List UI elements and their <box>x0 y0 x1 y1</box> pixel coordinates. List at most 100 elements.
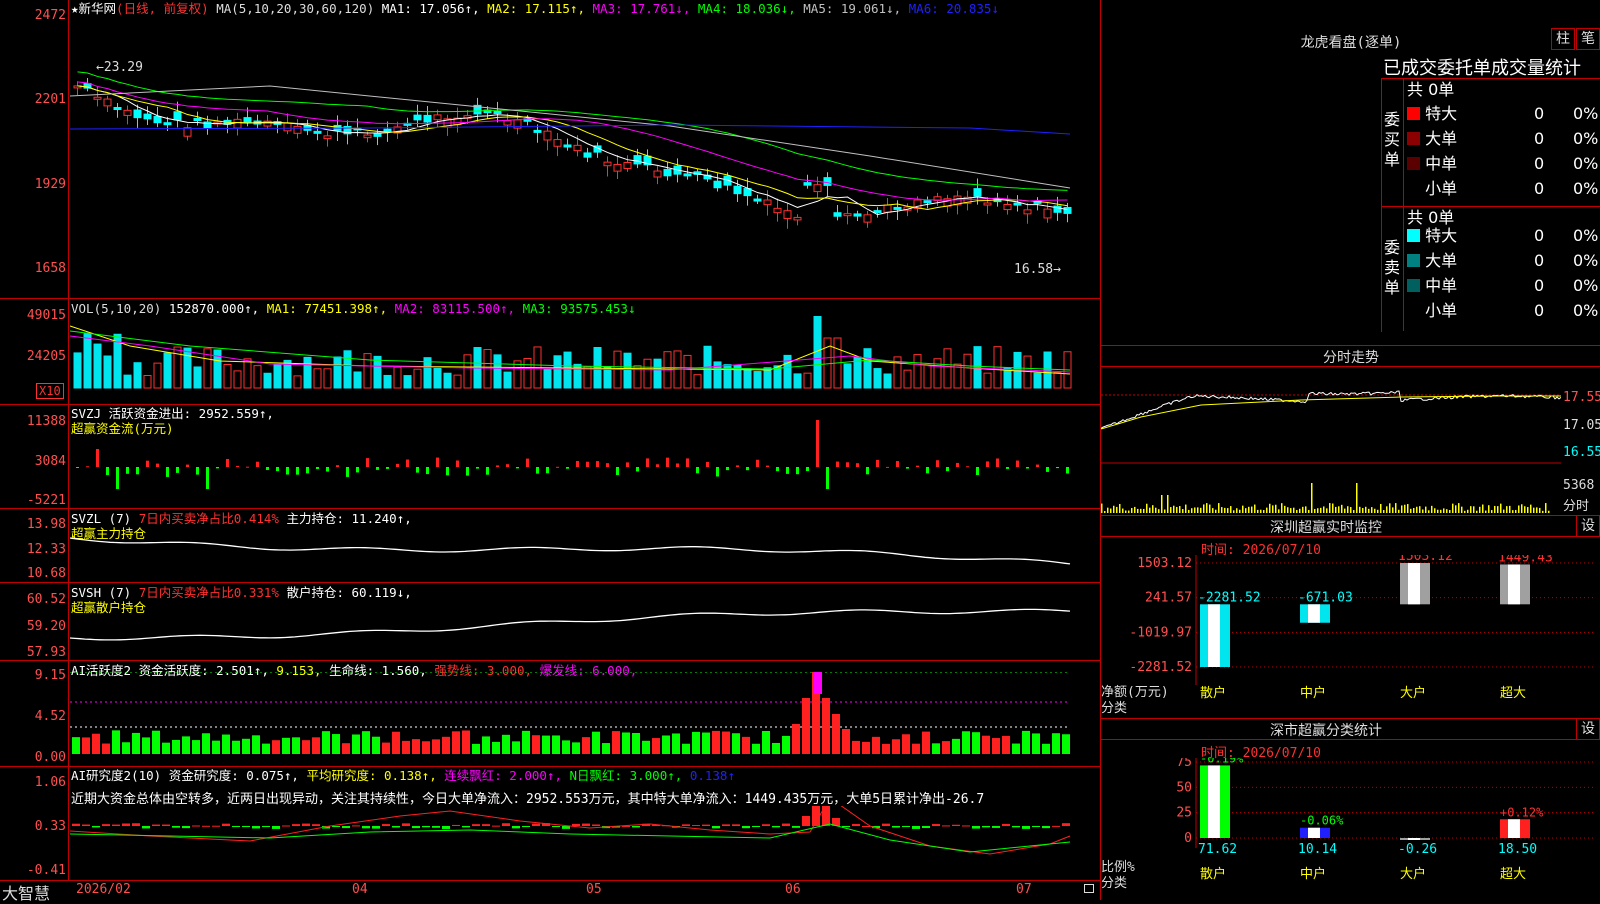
flow-bar <box>616 467 619 476</box>
intraday-volume-bar <box>1539 507 1541 513</box>
monitor-settings-button[interactable]: 设 <box>1576 515 1600 537</box>
research-bar <box>762 824 770 826</box>
ai2-y-tick: 1.06 <box>34 775 66 790</box>
flow-bar <box>366 458 369 467</box>
bar-value-label: -671.03 <box>1298 590 1353 605</box>
candle-body <box>383 128 392 132</box>
tick-mode-button[interactable]: 笔 <box>1576 28 1600 50</box>
intraday-chart[interactable] <box>1101 367 1561 515</box>
flow-bar <box>1016 460 1019 467</box>
candle-body <box>143 113 152 120</box>
intraday-volume-bar <box>1302 506 1304 513</box>
candle-body <box>583 152 592 158</box>
intraday-volume-bar <box>1443 508 1445 513</box>
ai2-avg: 平均研究度: 0.138↑, <box>306 768 437 783</box>
svzl-y-tick: 10.68 <box>26 566 66 581</box>
flow-bar <box>306 467 309 474</box>
research-bar <box>682 824 690 826</box>
volume-bar <box>133 362 142 389</box>
volume-bar <box>793 373 802 389</box>
fenshi-panel[interactable]: 分时走势 17.55 17.05 16.55 5368 分时 <box>1101 345 1600 515</box>
flow-bar <box>586 461 589 467</box>
volume-bar <box>293 375 302 389</box>
ma4-line <box>77 71 1068 191</box>
intraday-volume-bar <box>1113 505 1115 513</box>
svsh-chart[interactable] <box>70 598 1098 658</box>
star-icon[interactable]: ★ <box>71 1 79 16</box>
bar-value-label: 10.14 <box>1298 842 1337 857</box>
research-bar <box>532 823 540 826</box>
intraday-volume-bar <box>1401 505 1403 513</box>
ai-research-chart[interactable] <box>70 806 1098 878</box>
monitor-bar-chart[interactable]: 1503.12 241.57 -1019.97 -2281.52 -2281.52 散户 -… <box>1101 555 1600 715</box>
order-count: 0 <box>1534 251 1545 270</box>
activity-bar <box>792 724 800 754</box>
bar-highlight <box>1408 563 1420 605</box>
intraday-volume-bar <box>1305 506 1307 513</box>
flow-bar <box>1056 467 1059 469</box>
y-axis-divider <box>68 0 69 880</box>
candle-body <box>413 114 422 121</box>
candle-body <box>623 162 632 169</box>
classify-settings-button[interactable]: 设 <box>1576 718 1600 740</box>
intraday-volume-bar <box>1386 506 1388 513</box>
candle-body <box>173 111 182 121</box>
flow-bar <box>796 467 799 475</box>
candle-body <box>1063 206 1072 214</box>
flow-bar <box>596 461 599 467</box>
classify-bar-chart[interactable]: 75 50 25 0 71.62 散户 -0.19% 10.14 中户 -0.06% -0.26 大户… <box>1101 758 1600 900</box>
activity-bar <box>1002 735 1010 754</box>
order-size-label: 小单 <box>1425 301 1458 320</box>
research-bar <box>922 826 930 828</box>
activity-bar <box>82 737 90 754</box>
flow-bar <box>226 458 229 467</box>
chart-panel[interactable]: ★新华网(日线, 前复权) MA(5,10,20,30,60,120) MA1:… <box>0 0 1100 881</box>
intraday-volume-bar <box>1365 506 1367 513</box>
low-marker: 16.58→ <box>1014 262 1061 277</box>
lock-icon[interactable] <box>1084 884 1094 893</box>
volume-bar <box>553 355 562 389</box>
candle-body <box>193 118 202 122</box>
bar-highlight <box>1208 604 1220 667</box>
ai1-y-tick: 4.52 <box>34 709 66 724</box>
candlestick-chart[interactable] <box>70 16 1098 296</box>
flow-bar <box>946 467 949 472</box>
volume-bar <box>253 365 262 389</box>
volume-chart[interactable] <box>70 316 1098 402</box>
ai1-y-tick: 9.15 <box>34 668 66 683</box>
flow-bar <box>126 467 129 474</box>
intraday-volume-bar <box>1215 509 1217 513</box>
research-bar <box>192 825 200 827</box>
research-bar <box>212 825 220 827</box>
research-bar <box>962 825 970 827</box>
candle-body <box>123 109 132 116</box>
flow-bar <box>536 467 539 474</box>
ai-activity-chart[interactable] <box>70 672 1098 764</box>
activity-bar <box>622 732 630 754</box>
activity-bar <box>712 730 720 754</box>
intraday-volume-bar <box>1317 508 1319 513</box>
volume-bar <box>593 347 602 389</box>
x-tick: 06 <box>785 882 801 897</box>
intraday-volume-bar <box>1308 509 1310 513</box>
bar-category-label: 大户 <box>1400 866 1426 882</box>
candle-body <box>733 185 742 195</box>
volume-bar <box>193 366 202 389</box>
flow-bar <box>746 467 749 471</box>
research-bar <box>1062 823 1070 826</box>
intraday-volume-bar <box>1518 505 1520 513</box>
bar-y-tick: 241.57 <box>1145 591 1192 606</box>
bar-mode-button[interactable]: 柱 <box>1551 28 1575 50</box>
intraday-volume-bar <box>1488 505 1490 513</box>
order-count: 0 <box>1534 226 1545 245</box>
volume-bar <box>83 332 92 389</box>
svzj-chart[interactable] <box>70 420 1098 506</box>
flow-bar <box>1066 467 1069 474</box>
candle-body <box>683 173 692 177</box>
svzl-chart[interactable] <box>70 524 1098 580</box>
bar-category-label: 大户 <box>1400 685 1426 701</box>
bar-group <box>1400 838 1430 840</box>
volume-bar <box>263 372 272 389</box>
burst-bar <box>814 672 822 694</box>
volume-bar <box>123 374 132 389</box>
